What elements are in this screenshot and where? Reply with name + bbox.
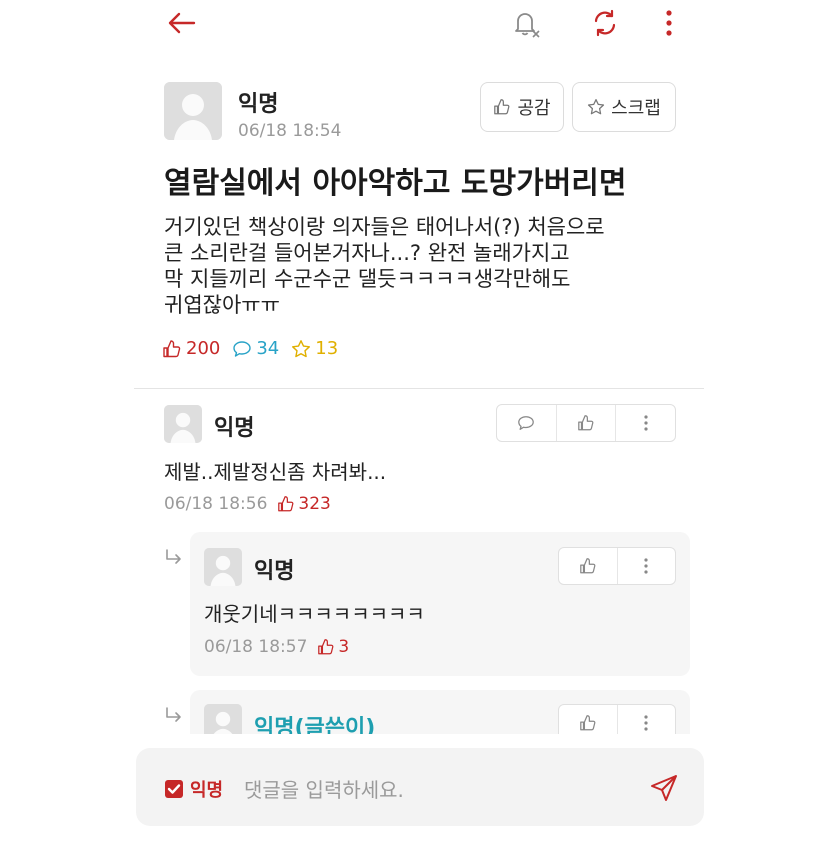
reply-text: 개웃기네ㅋㅋㅋㅋㅋㅋㅋㅋ <box>204 602 425 626</box>
comment-text: 제발..제발정신좀 차려봐... <box>164 460 387 484</box>
thumbs-up-icon <box>318 639 334 655</box>
comment-like-value: 323 <box>298 494 331 514</box>
comment-meta: 06/18 18:56 323 <box>164 494 331 514</box>
like-button[interactable]: 공감 <box>480 82 564 132</box>
thumbs-up-icon <box>579 715 596 731</box>
reply-like-button[interactable] <box>559 548 617 584</box>
post-body-line: 귀엽잖아ㅠㅠ <box>164 293 280 317</box>
thumbs-up-icon <box>163 339 181 357</box>
thumbs-up-icon <box>578 415 594 431</box>
refresh-icon[interactable] <box>584 4 626 42</box>
reply-more-button[interactable] <box>616 548 676 584</box>
post-body-line: 막 지들끼리 수군수군 댈듯ㅋㅋㅋㅋ생각만해도 <box>164 267 571 291</box>
comment-like-count: 323 <box>277 494 331 514</box>
post-stats: 200 34 13 <box>162 338 338 359</box>
reply-arrow-icon <box>164 548 184 572</box>
post-author: 익명 <box>238 92 279 117</box>
post-time: 06/18 18:54 <box>238 121 342 141</box>
star-icon <box>588 98 605 115</box>
top-bar <box>0 0 840 50</box>
reply-like-count: 3 <box>317 637 349 657</box>
reply-button[interactable] <box>497 405 556 441</box>
avatar <box>164 82 222 140</box>
reply-time: 06/18 18:57 <box>204 637 308 657</box>
thumbs-up-icon <box>278 496 294 512</box>
default-profile-icon <box>164 405 202 443</box>
more-vertical-icon <box>644 558 648 574</box>
comment-count-value: 34 <box>256 338 280 359</box>
post-body-line: 큰 소리란걸 들어본거자나...? 완전 놀래가지고 <box>164 241 570 265</box>
comment-bubble-icon <box>233 340 252 357</box>
avatar <box>204 548 242 586</box>
like-count: 200 <box>162 338 220 359</box>
reply-arrow-icon <box>164 706 184 730</box>
reply-like-value: 3 <box>338 637 350 657</box>
comment-bubble-icon <box>518 416 535 430</box>
anonymous-toggle[interactable]: 익명 <box>164 776 223 802</box>
post-body: 거기있던 책상이랑 의자들은 태어나서(?) 처음으로 큰 소리란걸 들어본거자… <box>164 214 605 318</box>
scrap-button[interactable]: 스크랩 <box>572 82 676 132</box>
more-menu-icon[interactable] <box>654 4 684 42</box>
like-button-label: 공감 <box>517 98 551 119</box>
back-arrow-icon[interactable] <box>158 6 204 40</box>
divider <box>134 388 704 389</box>
anonymous-label: 익명 <box>190 780 224 801</box>
checkbox-checked-icon <box>165 780 183 798</box>
more-vertical-icon <box>644 415 648 431</box>
comment-actions <box>496 404 676 442</box>
default-profile-icon <box>204 548 242 586</box>
comment-like-button[interactable] <box>555 405 616 441</box>
reply-meta: 06/18 18:57 3 <box>204 637 349 657</box>
post-body-line: 거기있던 책상이랑 의자들은 태어나서(?) 처음으로 <box>164 215 605 239</box>
comment-input[interactable]: 댓글을 입력하세요. <box>244 774 404 803</box>
default-profile-icon <box>164 82 222 140</box>
comment-count: 34 <box>232 338 279 359</box>
thumbs-up-icon <box>494 99 510 115</box>
post-title: 열람실에서 아아악하고 도망가버리면 <box>164 166 627 201</box>
comment-more-button[interactable] <box>615 405 675 441</box>
scrap-count-value: 13 <box>315 338 339 359</box>
comment-time: 06/18 18:56 <box>164 494 268 514</box>
like-count-value: 200 <box>186 338 221 359</box>
more-vertical-icon <box>644 715 648 731</box>
star-icon <box>292 339 311 357</box>
reply-author: 익명 <box>254 559 295 584</box>
comment-author: 익명 <box>214 416 255 441</box>
scrap-count: 13 <box>291 338 338 359</box>
scrap-button-label: 스크랩 <box>611 98 661 119</box>
notification-off-icon[interactable] <box>506 4 546 42</box>
send-icon[interactable] <box>644 770 684 806</box>
avatar <box>164 405 202 443</box>
thumbs-up-icon <box>579 558 596 574</box>
reply-actions <box>558 547 676 585</box>
